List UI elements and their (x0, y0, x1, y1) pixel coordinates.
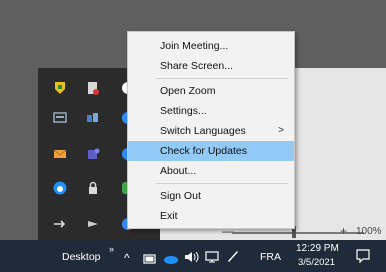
toolbar-overflow-icon[interactable]: » (109, 244, 114, 254)
menu-item-join-meeting[interactable]: Join Meeting... (128, 36, 294, 56)
teams-icon[interactable] (85, 146, 101, 162)
menu-item-share-screen[interactable]: Share Screen... (128, 56, 294, 76)
security-shield-icon[interactable] (52, 80, 68, 96)
menu-item-switch-languages[interactable]: Switch Languages > (128, 121, 294, 141)
zoom-in-button[interactable]: + (340, 224, 347, 238)
notification-center-icon[interactable] (356, 249, 370, 268)
flag-icon[interactable] (85, 216, 101, 232)
volume-icon[interactable] (184, 250, 200, 268)
onedrive-cloud-icon[interactable] (163, 251, 179, 269)
mail-icon[interactable] (52, 146, 68, 162)
network-share-icon[interactable] (85, 110, 101, 126)
cloud-icon[interactable] (52, 180, 68, 196)
menu-item-sign-out[interactable]: Sign Out (128, 186, 294, 206)
menu-item-check-for-updates[interactable]: Check for Updates (128, 141, 294, 161)
menu-item-about[interactable]: About... (128, 161, 294, 181)
menu-separator (156, 78, 288, 79)
battery-icon[interactable] (143, 251, 157, 269)
menu-item-settings[interactable]: Settings... (128, 101, 294, 121)
pen-icon[interactable] (226, 249, 240, 268)
network-icon[interactable] (205, 250, 219, 268)
menu-item-open-zoom[interactable]: Open Zoom (128, 81, 294, 101)
usb-icon[interactable] (52, 216, 68, 232)
document-icon[interactable] (85, 80, 101, 96)
show-hidden-icons-chevron-icon[interactable]: ^ (124, 251, 130, 265)
menu-separator (156, 183, 288, 184)
zoom-level-label: 100% (356, 226, 382, 237)
lock-icon[interactable] (85, 180, 101, 196)
zoom-tray-context-menu: Join Meeting... Share Screen... Open Zoo… (127, 31, 295, 229)
clock-date[interactable]: 3/5/2021 (298, 257, 335, 268)
clock-time[interactable]: 12:29 PM (296, 243, 339, 254)
taskbar: Desktop » ^ FRA 12:29 PM 3/5/2021 (0, 240, 386, 272)
menu-item-exit[interactable]: Exit (128, 206, 294, 226)
input-language-indicator[interactable]: FRA (260, 251, 281, 263)
desktop-toolbar-label[interactable]: Desktop (62, 251, 101, 263)
chevron-right-icon: > (278, 125, 284, 136)
keyboard-icon[interactable] (52, 110, 68, 126)
